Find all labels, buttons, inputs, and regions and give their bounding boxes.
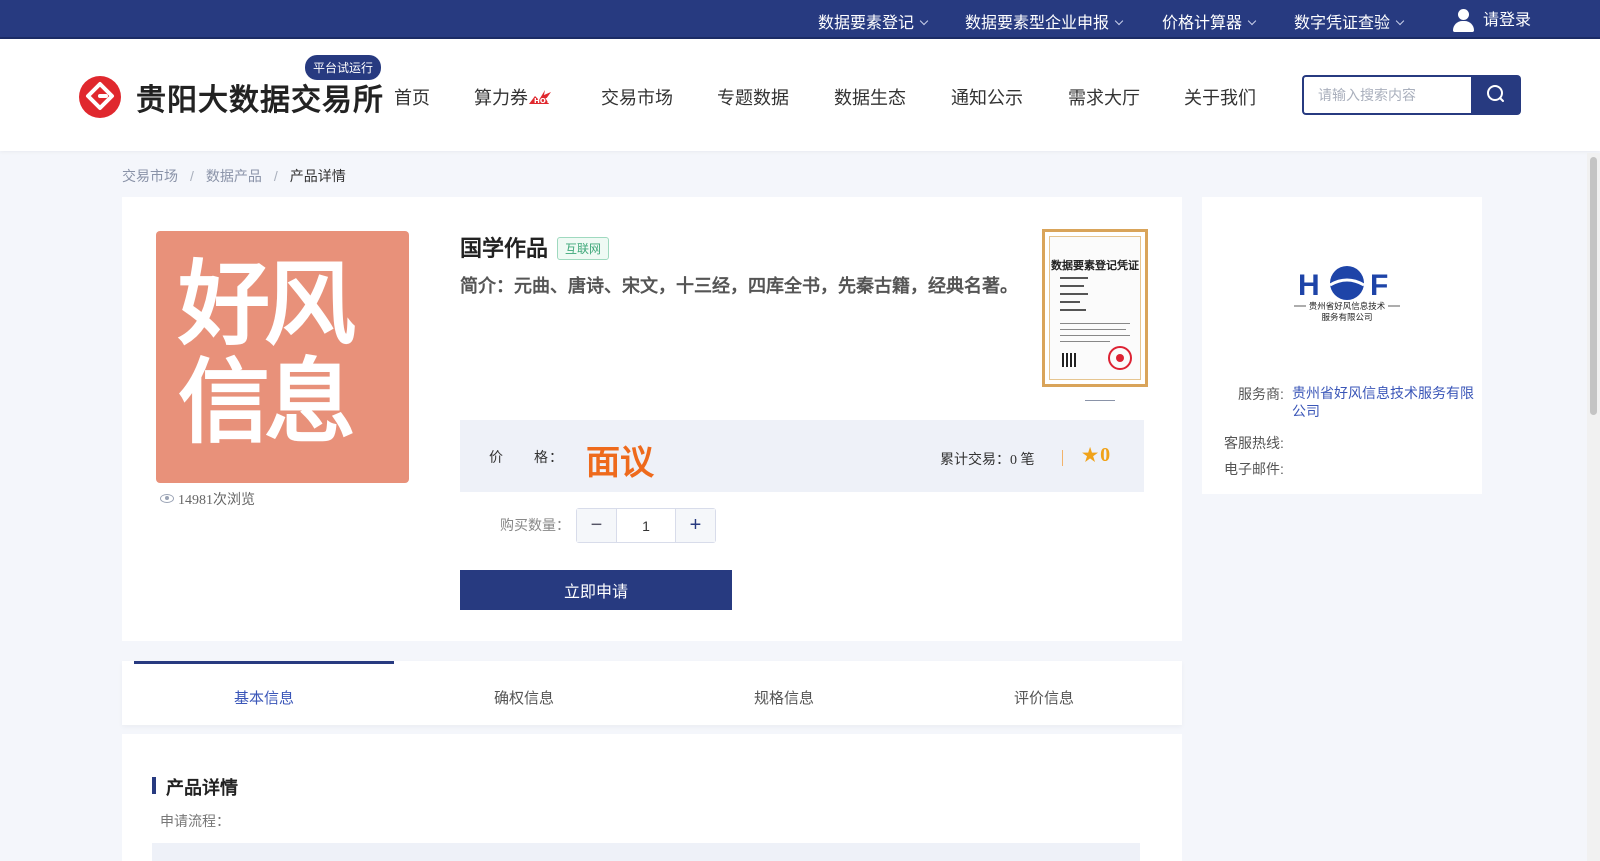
provider-label: 服务商: [1238,386,1284,402]
search-button[interactable] [1471,75,1521,115]
section-accent-bar [152,777,156,794]
chevron-down-icon [1247,16,1257,26]
site-header: 贵阳大数据交易所 平台试运行 首页 算力券 HOT 交易市场 专题数据 数据生态… [0,39,1600,151]
certificate-pager[interactable] [1085,400,1115,401]
search-icon [1487,85,1504,102]
chevron-down-icon [919,16,929,26]
breadcrumb-market[interactable]: 交易市场 [122,168,178,184]
info-tabs: 基本信息 确权信息 规格信息 评价信息 [122,661,1182,725]
brand-name[interactable]: 贵阳大数据交易所 [136,75,384,119]
view-count: 14981次浏览 [160,489,255,509]
svg-text:服务有限公司: 服务有限公司 [1321,312,1372,323]
product-card: 好风 信息 14981次浏览 国学作品 互联网 简介：元曲、唐诗、宋文，十三经，… [122,197,1182,641]
nav-compute-voucher[interactable]: 算力券 HOT [474,84,551,110]
process-label: 申请流程： [160,813,230,829]
nav-notices[interactable]: 通知公示 [951,84,1023,110]
product-title: 国学作品 [460,236,549,261]
tab-reviews[interactable]: 评价信息 [914,661,1174,725]
svg-text:F: F [1370,269,1388,302]
tab-rights-info[interactable]: 确权信息 [394,661,654,725]
product-intro: 简介：元曲、唐诗、宋文，十三经，四库全书，先秦古籍，经典名著。 [460,276,1018,296]
price-value: 面议 [586,444,654,482]
top-link-certificate-check[interactable]: 数字凭证查验 [1294,9,1405,33]
category-tag: 互联网 [557,237,610,260]
nav-topic-data[interactable]: 专题数据 [717,84,789,110]
qr-code-icon [1062,353,1076,367]
chevron-down-icon [1114,16,1124,26]
price-label: 价 格： [489,451,564,466]
rating: ★ 0 [1082,444,1111,466]
trial-badge: 平台试运行 [305,55,382,80]
quantity-label: 购买数量： [500,517,570,533]
page-scrollbar[interactable] [1587,153,1600,861]
process-panel [152,843,1140,861]
chevron-down-icon [1395,16,1405,26]
provider-logo: H F 贵州省好风信息技术 服务有限公司 [1294,266,1400,323]
product-image: 好风 信息 [156,231,409,483]
increment-button[interactable]: + [675,509,715,542]
decrement-button[interactable]: − [577,509,617,542]
top-link-price-calculator[interactable]: 价格计算器 [1162,9,1257,33]
price-panel: 价 格： 面议 累计交易：0 笔 ★ 0 [460,420,1144,492]
svg-text:贵州省好风信息技术: 贵州省好风信息技术 [1309,301,1386,312]
email-label: 电子邮件: [1224,461,1284,477]
product-details-section: 产品详情 申请流程： [122,734,1182,861]
hotline-label: 客服热线: [1224,435,1284,451]
provider-card: H F 贵州省好风信息技术 服务有限公司 服务商: 贵州省好风信息技术服务有限公… [1202,197,1482,494]
eye-icon [160,494,174,503]
tab-spec-info[interactable]: 规格信息 [654,661,914,725]
tab-basic-info[interactable]: 基本信息 [134,661,394,725]
user-icon [1451,8,1475,34]
top-link-enterprise-declaration[interactable]: 数据要素型企业申报 [965,9,1124,33]
star-icon: ★ [1082,445,1099,465]
seal-icon [1108,346,1132,370]
deal-count: 累计交易：0 笔 [940,453,1035,468]
provider-link[interactable]: 贵州省好风信息技术服务有限 公司 [1292,384,1474,420]
nav-demand-hall[interactable]: 需求大厅 [1068,84,1140,110]
svg-text:HOT: HOT [534,97,551,105]
quantity-input[interactable] [618,509,674,542]
registration-certificate-thumbnail[interactable]: 数据要素登记凭证 [1042,229,1148,387]
login-link[interactable]: 请登录 [1451,6,1531,34]
scrollbar-thumb[interactable] [1590,157,1597,415]
top-bar: 数据要素登记 数据要素型企业申报 价格计算器 数字凭证查验 请登录 [0,0,1600,39]
nav-market[interactable]: 交易市场 [601,84,673,110]
exchange-logo-icon[interactable] [79,76,121,118]
top-link-data-registration[interactable]: 数据要素登记 [818,9,929,33]
nav-about-us[interactable]: 关于我们 [1184,84,1256,110]
breadcrumb: 交易市场 / 数据产品 / 产品详情 [122,168,346,184]
nav-ecosystem[interactable]: 数据生态 [834,84,906,110]
breadcrumb-data-products[interactable]: 数据产品 [206,168,262,184]
section-title: 产品详情 [166,778,238,798]
apply-now-button[interactable]: 立即申请 [460,570,732,610]
svg-text:H: H [1298,269,1320,302]
search-input[interactable] [1302,75,1472,115]
divider [1062,450,1063,466]
nav-home[interactable]: 首页 [394,84,430,110]
quantity-stepper: − + [576,508,716,543]
breadcrumb-current: 产品详情 [289,168,346,184]
hot-badge-icon: HOT [529,90,551,105]
